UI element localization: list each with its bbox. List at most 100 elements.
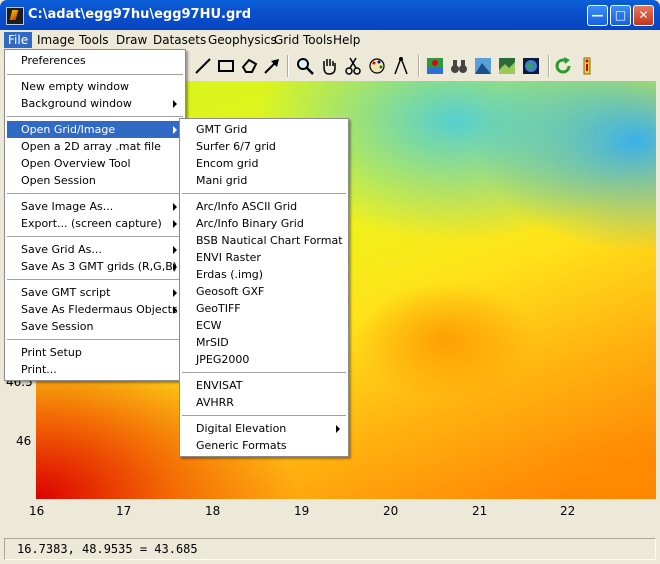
refresh-icon[interactable]: [552, 55, 574, 77]
terrain-icon[interactable]: [496, 55, 518, 77]
menu-datasets[interactable]: Datasets: [149, 32, 210, 48]
menu-item-open-overview-tool[interactable]: Open Overview Tool: [7, 155, 183, 172]
menu-item-label: Arc/Info ASCII Grid: [196, 200, 298, 213]
menu-item-label: JPEG2000: [196, 353, 250, 366]
menu-item-label: ENVISAT: [196, 379, 243, 392]
x-tick-label: 17: [116, 504, 132, 518]
menu-item-label: Generic Formats: [196, 439, 287, 452]
globe-icon[interactable]: [520, 55, 542, 77]
submenu-item-envisat[interactable]: ENVISAT: [182, 377, 346, 394]
menu-item-label: Preferences: [21, 54, 86, 67]
menu-image[interactable]: Image: [33, 32, 79, 48]
menu-separator: [182, 415, 346, 417]
menu-item-print[interactable]: Print...: [7, 361, 183, 378]
menu-item-save-3-gmt-grids[interactable]: Save As 3 GMT grids (R,G,B): [7, 258, 183, 275]
submenu-item-arcinfo-ascii[interactable]: Arc/Info ASCII Grid: [182, 198, 346, 215]
menu-item-open-2d-array[interactable]: Open a 2D array .mat file: [7, 138, 183, 155]
maximize-button[interactable]: □: [610, 5, 631, 26]
polygon-icon[interactable]: [238, 55, 260, 77]
submenu-item-ecw[interactable]: ECW: [182, 317, 346, 334]
submenu-item-mani-grid[interactable]: Mani grid: [182, 172, 346, 189]
title-bar: C:\adat\egg97hu\egg97HU.grd — □ ✕: [0, 0, 660, 30]
submenu-item-encom-grid[interactable]: Encom grid: [182, 155, 346, 172]
menu-item-label: Digital Elevation: [196, 422, 287, 435]
menu-item-save-image-as[interactable]: Save Image As...: [7, 198, 183, 215]
menu-item-print-setup[interactable]: Print Setup: [7, 344, 183, 361]
submenu-item-bsb-nautical[interactable]: BSB Nautical Chart Format: [182, 232, 346, 249]
x-tick-label: 22: [560, 504, 576, 518]
menu-item-label: MrSID: [196, 336, 229, 349]
file-menu: Preferences New empty window Background …: [4, 49, 186, 381]
map-landmark-icon[interactable]: [424, 55, 446, 77]
menu-file[interactable]: File: [4, 32, 33, 48]
submenu-item-surfer-grid[interactable]: Surfer 6/7 grid: [182, 138, 346, 155]
scissors-icon[interactable]: [342, 55, 364, 77]
menu-item-label: BSB Nautical Chart Format: [196, 234, 343, 247]
submenu-item-mrsid[interactable]: MrSID: [182, 334, 346, 351]
menu-item-label: Export... (screen capture): [21, 217, 162, 230]
submenu-item-jpeg2000[interactable]: JPEG2000: [182, 351, 346, 368]
menu-separator: [7, 116, 183, 118]
menu-item-label: Save As Fledermaus Objects: [21, 303, 178, 316]
submenu-item-arcinfo-binary[interactable]: Arc/Info Binary Grid: [182, 215, 346, 232]
submenu-item-avhrr[interactable]: AVHRR: [182, 394, 346, 411]
menu-item-label: ECW: [196, 319, 222, 332]
y-tick-label: 46: [16, 434, 32, 448]
menu-help[interactable]: Help: [329, 32, 364, 48]
menu-item-label: Save Image As...: [21, 200, 114, 213]
pan-hand-icon[interactable]: [318, 55, 340, 77]
x-tick-label: 19: [294, 504, 310, 518]
compass-icon[interactable]: [390, 55, 412, 77]
menu-item-save-grid-as[interactable]: Save Grid As...: [7, 241, 183, 258]
submenu-arrow-icon: [173, 203, 177, 211]
submenu-item-gmt-grid[interactable]: GMT Grid: [182, 121, 346, 138]
menu-item-save-session[interactable]: Save Session: [7, 318, 183, 335]
submenu-arrow-icon: [173, 100, 177, 108]
menu-item-open-session[interactable]: Open Session: [7, 172, 183, 189]
zoom-icon[interactable]: [294, 55, 316, 77]
line-icon[interactable]: [192, 55, 214, 77]
toolbar-separator: [287, 55, 289, 77]
menu-item-label: Open Session: [21, 174, 96, 187]
submenu-item-geosoft-gxf[interactable]: Geosoft GXF: [182, 283, 346, 300]
toolbar-separator: [548, 55, 550, 77]
submenu-item-digital-elevation[interactable]: Digital Elevation: [182, 420, 346, 437]
menu-tools[interactable]: Tools: [75, 32, 113, 48]
matlab-app-icon[interactable]: [6, 7, 24, 25]
close-button[interactable]: ✕: [633, 5, 654, 26]
menu-separator: [182, 372, 346, 374]
submenu-item-generic-formats[interactable]: Generic Formats: [182, 437, 346, 454]
submenu-arrow-icon: [173, 126, 177, 134]
menu-grid-tools[interactable]: Grid Tools: [270, 32, 337, 48]
menu-separator: [7, 74, 183, 76]
menu-item-label: Open Grid/Image: [21, 123, 116, 136]
menu-item-label: Erdas (.img): [196, 268, 264, 281]
menu-item-label: GeoTIFF: [196, 302, 241, 315]
menu-item-save-fledermaus[interactable]: Save As Fledermaus Objects: [7, 301, 183, 318]
menu-item-label: Arc/Info Binary Grid: [196, 217, 304, 230]
menu-separator: [7, 279, 183, 281]
submenu-arrow-icon: [173, 306, 177, 314]
menu-item-new-empty-window[interactable]: New empty window: [7, 78, 183, 95]
submenu-arrow-icon: [336, 425, 340, 433]
submenu-item-envi-raster[interactable]: ENVI Raster: [182, 249, 346, 266]
minimize-button[interactable]: —: [587, 5, 608, 26]
menu-item-preferences[interactable]: Preferences: [7, 52, 183, 69]
menu-separator: [7, 236, 183, 238]
info-icon[interactable]: [576, 55, 598, 77]
minimize-icon: —: [591, 8, 604, 22]
menu-item-label: Open a 2D array .mat file: [21, 140, 161, 153]
menu-item-label: Background window: [21, 97, 132, 110]
binoculars-icon[interactable]: [448, 55, 470, 77]
menu-item-background-window[interactable]: Background window: [7, 95, 183, 112]
submenu-item-erdas[interactable]: Erdas (.img): [182, 266, 346, 283]
shade-image-icon[interactable]: [472, 55, 494, 77]
menu-item-export[interactable]: Export... (screen capture): [7, 215, 183, 232]
rectangle-icon[interactable]: [215, 55, 237, 77]
color-palette-icon[interactable]: [366, 55, 388, 77]
menu-item-save-gmt-script[interactable]: Save GMT script: [7, 284, 183, 301]
submenu-item-geotiff[interactable]: GeoTIFF: [182, 300, 346, 317]
menu-draw[interactable]: Draw: [112, 32, 151, 48]
menu-item-open-grid-image[interactable]: Open Grid/Image: [7, 121, 183, 138]
arrow-icon[interactable]: [261, 55, 283, 77]
